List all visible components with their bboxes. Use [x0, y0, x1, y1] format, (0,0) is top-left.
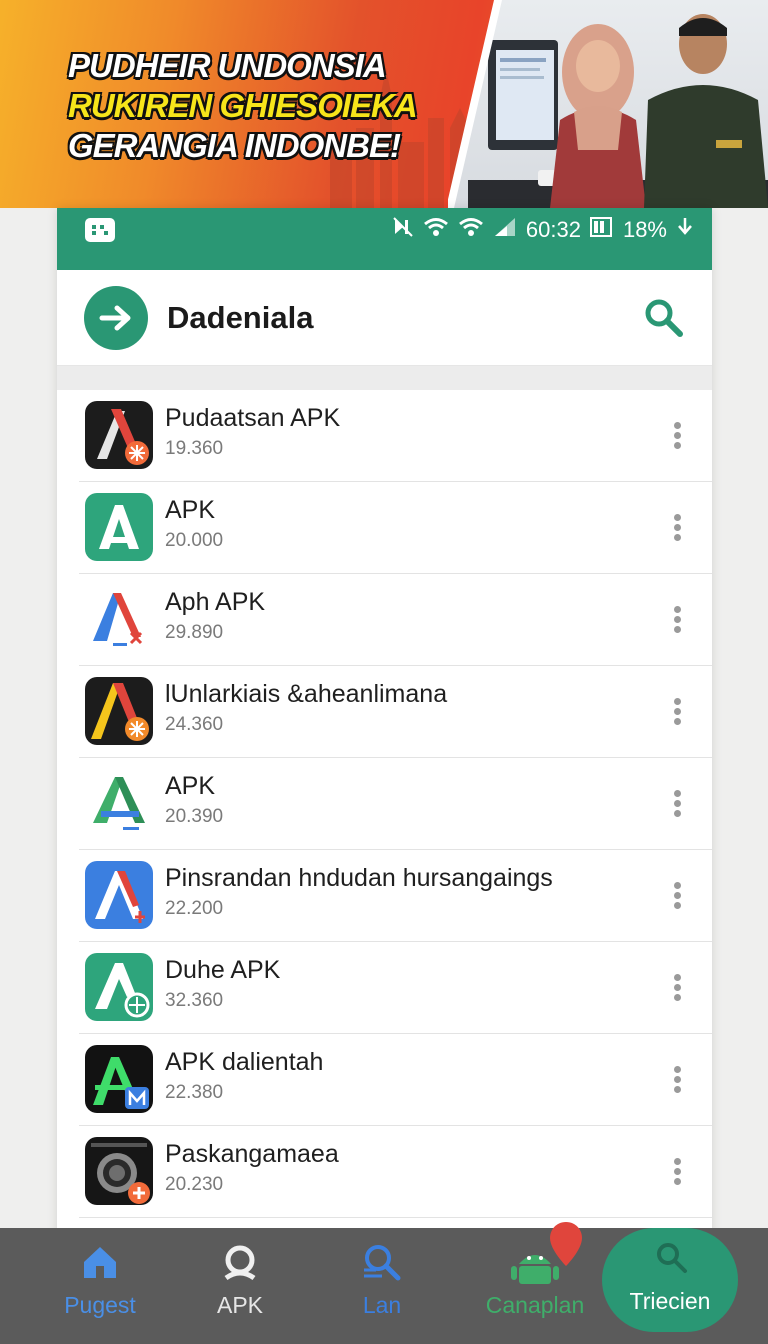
download-icon	[676, 216, 694, 244]
tab-label: Pugest	[64, 1292, 136, 1318]
app-name: APK	[165, 772, 216, 800]
wifi-icon	[458, 216, 484, 244]
battery-icon	[589, 216, 614, 244]
tab-label: Canaplan	[485, 1292, 585, 1318]
app-name: APK dalientah	[165, 1048, 324, 1076]
tab-lan[interactable]: Lan	[322, 1228, 442, 1344]
status-bar: 60:32 18%	[57, 208, 712, 270]
app-size: 19.360	[165, 438, 224, 459]
list-item[interactable]: APK 20.390	[79, 758, 712, 850]
tab-pugest[interactable]: Pugest	[40, 1228, 160, 1344]
search-filter-icon	[364, 1245, 401, 1281]
app-name: Pudaatsan APK	[165, 404, 341, 432]
banner-photo	[448, 0, 768, 208]
app-bar: Dadeniala	[57, 270, 712, 366]
more-vert-icon[interactable]	[674, 1158, 682, 1185]
app-icon	[85, 861, 153, 929]
list-item[interactable]: APK 20.000	[79, 482, 712, 574]
search-icon[interactable]	[642, 296, 686, 340]
wifi-icon	[423, 216, 449, 244]
app-name: Duhe APK	[165, 956, 281, 984]
list-item[interactable]: Aph APK 29.890	[79, 574, 712, 666]
app-icon	[85, 953, 153, 1021]
app-size: 20.390	[165, 806, 224, 827]
more-vert-icon[interactable]	[674, 514, 682, 541]
arrow-right-icon[interactable]	[84, 286, 148, 350]
more-vert-icon[interactable]	[674, 606, 682, 633]
tab-label: Triecien	[629, 1288, 711, 1314]
app-size: 24.360	[165, 714, 224, 735]
app-size: 22.380	[165, 1082, 224, 1103]
app-icon	[85, 769, 153, 837]
apk-list: Pudaatsan APK 19.360 APK 20.000 Aph APK …	[79, 390, 712, 1218]
app-name: Aph APK	[165, 588, 266, 616]
search-icon	[657, 1243, 687, 1273]
battery-percent: 18%	[622, 217, 667, 242]
app-name: Paskangamaea	[165, 1140, 339, 1168]
status-time: 60:32	[525, 217, 581, 242]
more-vert-icon[interactable]	[674, 882, 682, 909]
notification-app-icon	[85, 218, 115, 242]
search-icon	[224, 1245, 256, 1281]
more-vert-icon[interactable]	[674, 790, 682, 817]
app-size: 20.000	[165, 530, 224, 551]
more-vert-icon[interactable]	[674, 698, 682, 725]
tab-triecien[interactable]: Triecien	[602, 1228, 738, 1332]
more-vert-icon[interactable]	[674, 974, 682, 1001]
headline-line-1: PUDHEIR UNDONSIA	[68, 47, 387, 84]
app-icon	[85, 401, 153, 469]
tab-label: APK	[216, 1292, 264, 1318]
app-size: 29.890	[165, 622, 224, 643]
app-icon	[85, 585, 153, 653]
app-icon	[85, 677, 153, 745]
divider-band	[57, 366, 712, 390]
app-name: lUnlarkiais &aheanlimana	[165, 680, 448, 708]
list-item[interactable]: lUnlarkiais &aheanlimana 24.360	[79, 666, 712, 758]
tab-apk[interactable]: APK	[180, 1228, 300, 1344]
more-vert-icon[interactable]	[674, 422, 682, 449]
app-icon	[85, 1137, 153, 1205]
list-item[interactable]: Paskangamaea 20.230	[79, 1126, 712, 1218]
headline-line-2: RUKIREN GHIESOIEKA	[68, 87, 418, 124]
phone-screen: 60:32 18% Dadeniala Pudaatsan APK 19.360	[57, 208, 712, 1238]
app-size: 32.360	[165, 990, 224, 1011]
mute-icon	[392, 216, 414, 244]
list-item[interactable]: Pinsrandan hndudan hursangaings 22.200	[79, 850, 712, 942]
app-icon	[85, 1045, 153, 1113]
app-name: APK	[165, 496, 216, 524]
list-item[interactable]: Duhe APK 32.360	[79, 942, 712, 1034]
app-icon	[85, 493, 153, 561]
banner-headline: PUDHEIR UNDONSIA RUKIREN GHIESOIEKA GERA…	[68, 46, 448, 166]
headline-line-3: GERANGIA INDONBE!	[68, 127, 401, 164]
app-size: 20.230	[165, 1174, 224, 1195]
list-item[interactable]: APK dalientah 22.380	[79, 1034, 712, 1126]
signal-icon	[493, 216, 517, 244]
app-name: Pinsrandan hndudan hursangaings	[165, 864, 553, 892]
promo-banner[interactable]: PUDHEIR UNDONSIA RUKIREN GHIESOIEKA GERA…	[0, 0, 768, 208]
tab-label: Lan	[362, 1292, 402, 1318]
page-title: Dadeniala	[167, 300, 314, 335]
list-item[interactable]: Pudaatsan APK 19.360	[79, 390, 712, 482]
more-vert-icon[interactable]	[674, 1066, 682, 1093]
home-icon	[84, 1247, 116, 1278]
location-pin-icon	[550, 1222, 582, 1266]
app-size: 22.200	[165, 898, 224, 919]
